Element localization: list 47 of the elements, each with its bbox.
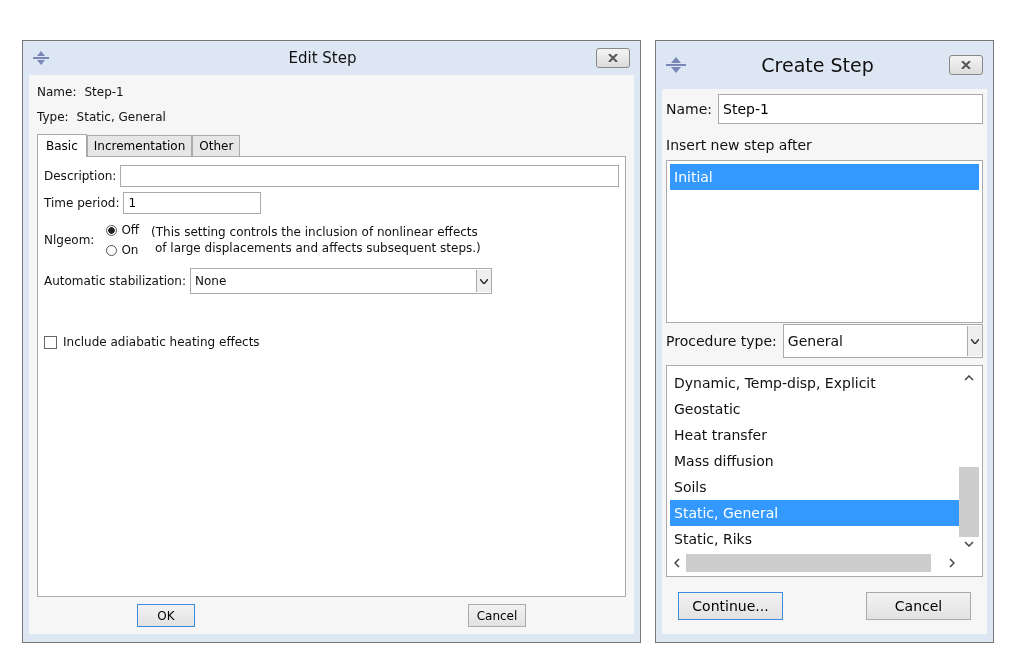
close-icon: [961, 61, 971, 69]
description-field[interactable]: [120, 165, 619, 187]
close-icon: [608, 54, 618, 62]
checkbox-option[interactable]: Include adiabatic heating effects: [44, 335, 619, 349]
window-title: Edit Step: [287, 49, 358, 67]
dialog-button[interactable]: Cancel: [866, 591, 971, 620]
scroll-right-icon[interactable]: [949, 558, 955, 568]
procedure-dropdown[interactable]: General: [782, 324, 983, 358]
tab[interactable]: Basic: [37, 134, 87, 157]
dialog-button[interactable]: Continue...: [678, 591, 783, 620]
name-field[interactable]: Step-1: [718, 94, 983, 124]
dialog-button[interactable]: Cancel: [468, 604, 526, 627]
radio-option[interactable]: Off: [106, 223, 140, 237]
time-period-field[interactable]: 1: [123, 192, 262, 214]
close-button[interactable]: [596, 48, 630, 68]
window-title: Create Step: [760, 54, 875, 76]
list-item[interactable]: Soils: [670, 474, 959, 500]
field-label: Procedure type:: [666, 333, 777, 349]
list-item[interactable]: Mass diffusion: [670, 448, 959, 474]
stabilization-dropdown[interactable]: None: [189, 268, 492, 294]
caret-icon: [971, 338, 979, 344]
radio-option[interactable]: On: [106, 243, 140, 257]
field-value: Step-1: [84, 84, 124, 99]
list-item[interactable]: Dynamic, Temp-disp, Explicit: [670, 370, 959, 396]
field-label: Nlgeom:: [44, 233, 95, 247]
tab[interactable]: Other: [192, 135, 241, 156]
list-item[interactable]: Static, Riks: [670, 526, 959, 552]
scroll-left-icon[interactable]: [674, 558, 680, 568]
caret-icon: [479, 278, 488, 284]
field-label: Time period:: [44, 196, 120, 210]
move-icon: [666, 57, 686, 73]
close-button[interactable]: [949, 55, 983, 75]
list-item[interactable]: Geostatic: [670, 396, 959, 422]
field-label: Name:: [666, 101, 713, 117]
scroll-down-icon[interactable]: [964, 541, 974, 547]
field-value: Static, General: [76, 109, 166, 124]
list-item[interactable]: Heat transfer: [670, 422, 959, 448]
scroll-up-icon[interactable]: [964, 375, 974, 381]
note-text: (This setting controls the inclusion of nonlinear effects of large displacements and affects subsequent steps.): [151, 224, 481, 256]
move-icon: [33, 51, 49, 65]
field-label: Type:: [37, 109, 69, 124]
dialog-button[interactable]: OK: [137, 604, 195, 627]
field-label: Name:: [37, 84, 77, 99]
tab[interactable]: Incrementation: [86, 135, 193, 156]
field-label: Description:: [44, 169, 117, 183]
field-label: Automatic stabilization:: [44, 274, 186, 288]
list-label: Insert new step after: [666, 137, 813, 153]
